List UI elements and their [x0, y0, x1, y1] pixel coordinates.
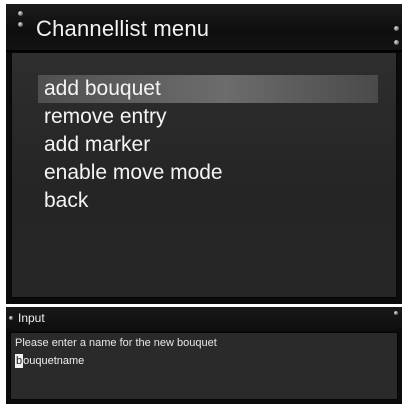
menu-title: Channellist menu	[36, 16, 210, 41]
input-value: ouquetname	[23, 355, 85, 367]
screw-icon	[394, 40, 399, 45]
input-dialog: Input Please enter a name for the new bo…	[6, 307, 402, 404]
screw-icon	[9, 316, 13, 320]
menu-item-remove-entry[interactable]: remove entry	[38, 103, 378, 131]
screw-icon	[18, 22, 23, 27]
menu-item-add-marker[interactable]: add marker	[38, 131, 378, 159]
input-prompt: Please enter a name for the new bouquet	[15, 337, 217, 349]
input-title: Input	[18, 311, 45, 325]
menu-item-back[interactable]: back	[38, 187, 378, 215]
menu-list: add bouquet remove entry add marker enab…	[38, 75, 378, 215]
menu-titlebar: Channellist menu	[6, 4, 402, 52]
menu-body: add bouquet remove entry add marker enab…	[11, 52, 397, 298]
channellist-menu-window: Channellist menu add bouquet remove entr…	[6, 4, 402, 304]
menu-item-enable-move-mode[interactable]: enable move mode	[38, 159, 378, 187]
screen: Channellist menu add bouquet remove entr…	[0, 0, 408, 408]
screw-icon	[394, 311, 398, 315]
screw-icon	[394, 26, 399, 31]
input-titlebar: Input	[6, 307, 402, 331]
bouquet-name-input[interactable]: bouquetname	[15, 354, 385, 368]
text-cursor: b	[15, 354, 24, 368]
screw-icon	[18, 11, 23, 16]
menu-item-add-bouquet[interactable]: add bouquet	[38, 75, 378, 103]
input-body: Please enter a name for the new bouquet …	[10, 332, 398, 400]
